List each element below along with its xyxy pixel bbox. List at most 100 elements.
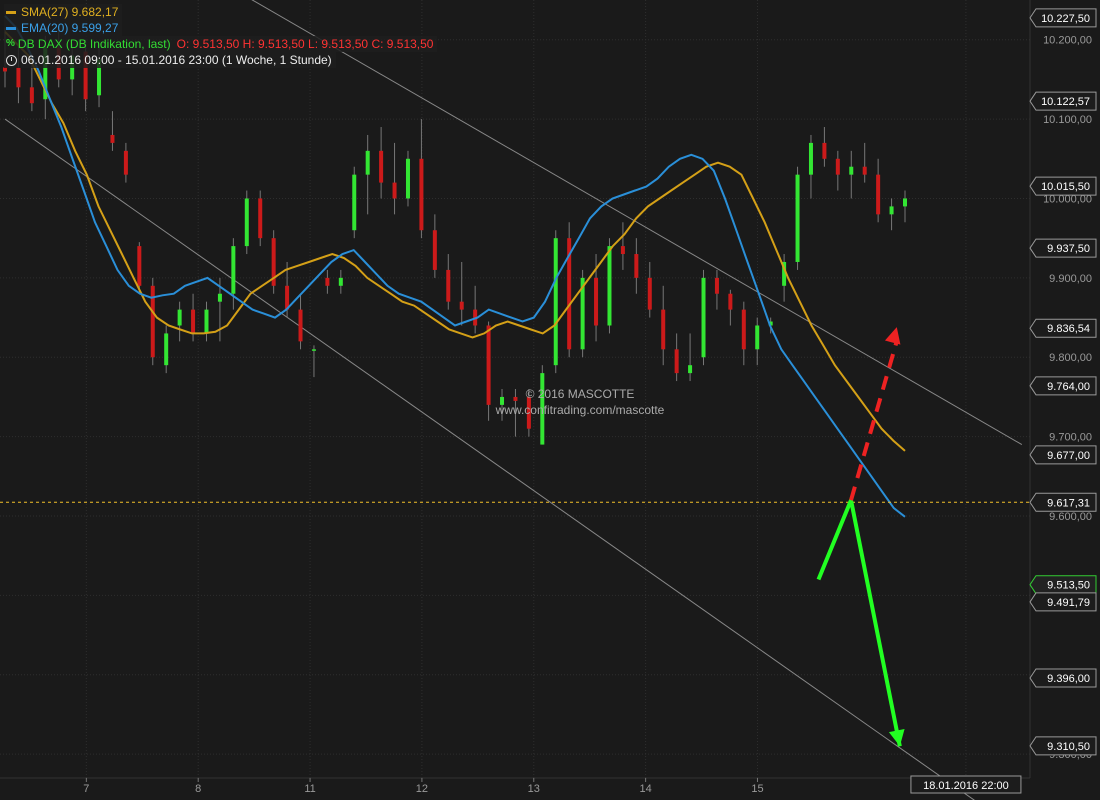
- candle-bull: [244, 198, 249, 247]
- candle-bull: [701, 277, 706, 358]
- candle-bear: [110, 134, 115, 143]
- candle-bull: [795, 174, 800, 262]
- candle-bear: [392, 182, 397, 199]
- channel-lower: [4, 118, 975, 800]
- price-label: 10.122,57: [1041, 96, 1090, 108]
- candle-bull: [607, 246, 612, 326]
- period-label: 06.01.2016 09:00 - 15.01.2016 23:00 (1 W…: [21, 53, 332, 67]
- candle-bear: [298, 309, 303, 342]
- projection-arrows: [816, 327, 905, 747]
- price-label: 9.937,50: [1047, 243, 1090, 255]
- price-label: 9.513,50: [1047, 580, 1090, 592]
- x-tick-label: 14: [639, 783, 651, 795]
- candle-bear: [419, 158, 424, 231]
- candle-bull: [553, 238, 558, 366]
- watermark: © 2016 MASCOTTE www.confitrading.com/mas…: [480, 386, 680, 418]
- projection-solid: [816, 493, 902, 747]
- candle-bear: [446, 269, 451, 302]
- projection-dashed: [849, 340, 899, 501]
- candle-bull: [231, 246, 236, 294]
- candle-bear: [258, 198, 263, 239]
- candle-bear: [29, 87, 34, 104]
- x-tick-label: 8: [195, 783, 201, 795]
- candle-bear: [137, 246, 142, 286]
- price-label: 9.836,54: [1047, 323, 1090, 335]
- candle-bull: [808, 142, 813, 175]
- ema-label: EMA(20) 9.599,27: [21, 21, 119, 35]
- dax-ohlc: O: 9.513,50 H: 9.513,50 L: 9.513,50 C: 9…: [176, 37, 434, 51]
- candle-bull: [405, 158, 410, 199]
- candlestick-signal-icon: %: [6, 38, 15, 49]
- ema-swatch-icon: [6, 26, 16, 30]
- arrow-down-icon: [888, 728, 905, 747]
- candles: [3, 23, 907, 445]
- candle-bear: [822, 142, 827, 159]
- candle-bull: [164, 333, 169, 366]
- candle-bear: [728, 293, 733, 310]
- time-axis: 7 8 11 12 13 14 15 18.01.2016 22:00: [0, 775, 1030, 795]
- price-label: 9.310,50: [1047, 741, 1090, 753]
- candle-bear: [594, 277, 599, 326]
- arrow-up-icon: [884, 327, 901, 345]
- y-tick-label: 9.700,00: [1049, 432, 1092, 444]
- price-label: 10.015,50: [1041, 181, 1090, 193]
- price-label: 9.617,31: [1047, 497, 1090, 509]
- candle-bull: [311, 349, 316, 351]
- legend-sma[interactable]: SMA(27) 9.682,17: [4, 4, 123, 20]
- candle-bear: [16, 67, 21, 88]
- y-tick-label: 9.800,00: [1049, 352, 1092, 364]
- future-date-label: 18.01.2016 22:00: [923, 780, 1009, 792]
- price-label: 9.764,00: [1047, 381, 1090, 393]
- candle-bull: [365, 150, 370, 175]
- candle-bear: [459, 301, 464, 310]
- clock-icon: [6, 54, 17, 66]
- watermark-copyright: © 2016 MASCOTTE: [525, 387, 635, 401]
- candle-bull: [688, 365, 693, 374]
- price-label: 9.677,00: [1047, 450, 1090, 462]
- candle-bull: [849, 166, 854, 175]
- candle-bear: [379, 150, 384, 183]
- y-tick-label: 9.600,00: [1049, 511, 1092, 523]
- x-tick-label: 7: [83, 783, 89, 795]
- x-tick-label: 12: [416, 783, 428, 795]
- candle-bear: [620, 246, 625, 255]
- price-axis: 10.200,0010.100,0010.000,009.900,009.800…: [1029, 0, 1097, 778]
- x-tick-label: 13: [528, 783, 540, 795]
- candle-bear: [3, 67, 7, 72]
- price-label: 9.491,79: [1047, 597, 1090, 609]
- candle-bear: [661, 309, 666, 350]
- watermark-url: www.confitrading.com/mascotte: [495, 403, 665, 417]
- x-tick-label: 15: [751, 783, 763, 795]
- price-label: 9.396,00: [1047, 673, 1090, 685]
- dax-name: DB DAX (DB Indikation, last): [17, 37, 171, 51]
- x-tick-label: 11: [304, 783, 315, 795]
- candle-bear: [191, 309, 196, 334]
- candle-bull: [755, 325, 760, 350]
- legend-period: 06.01.2016 09:00 - 15.01.2016 23:00 (1 W…: [4, 52, 336, 68]
- candle-bull: [177, 309, 182, 326]
- candle-bear: [714, 277, 719, 294]
- candle-bear: [325, 277, 330, 286]
- candle-bull: [338, 277, 343, 286]
- candle-bear: [674, 349, 679, 374]
- candle-bear: [741, 309, 746, 350]
- sma-label: SMA(27) 9.682,17: [21, 5, 119, 19]
- candle-bear: [123, 150, 128, 175]
- price-label: 10.227,50: [1041, 13, 1090, 25]
- chart-legend: SMA(27) 9.682,17 EMA(20) 9.599,27 % DB D…: [4, 4, 438, 68]
- legend-ema[interactable]: EMA(20) 9.599,27: [4, 20, 123, 36]
- candle-bull: [352, 174, 357, 231]
- candle-bull: [889, 206, 894, 215]
- candle-bear: [634, 254, 639, 278]
- y-tick-label: 10.200,00: [1043, 35, 1092, 47]
- y-tick-label: 9.900,00: [1049, 273, 1092, 285]
- candle-bear: [862, 166, 867, 175]
- y-tick-label: 10.100,00: [1043, 114, 1092, 126]
- sma-line: [4, 31, 906, 452]
- candle-bear: [432, 230, 437, 270]
- candle-bull: [204, 309, 209, 334]
- sma-swatch-icon: [6, 10, 16, 14]
- legend-dax[interactable]: % DB DAX (DB Indikation, last) O: 9.513,…: [4, 36, 438, 52]
- candle-bull: [903, 198, 907, 207]
- candle-bull: [217, 293, 222, 302]
